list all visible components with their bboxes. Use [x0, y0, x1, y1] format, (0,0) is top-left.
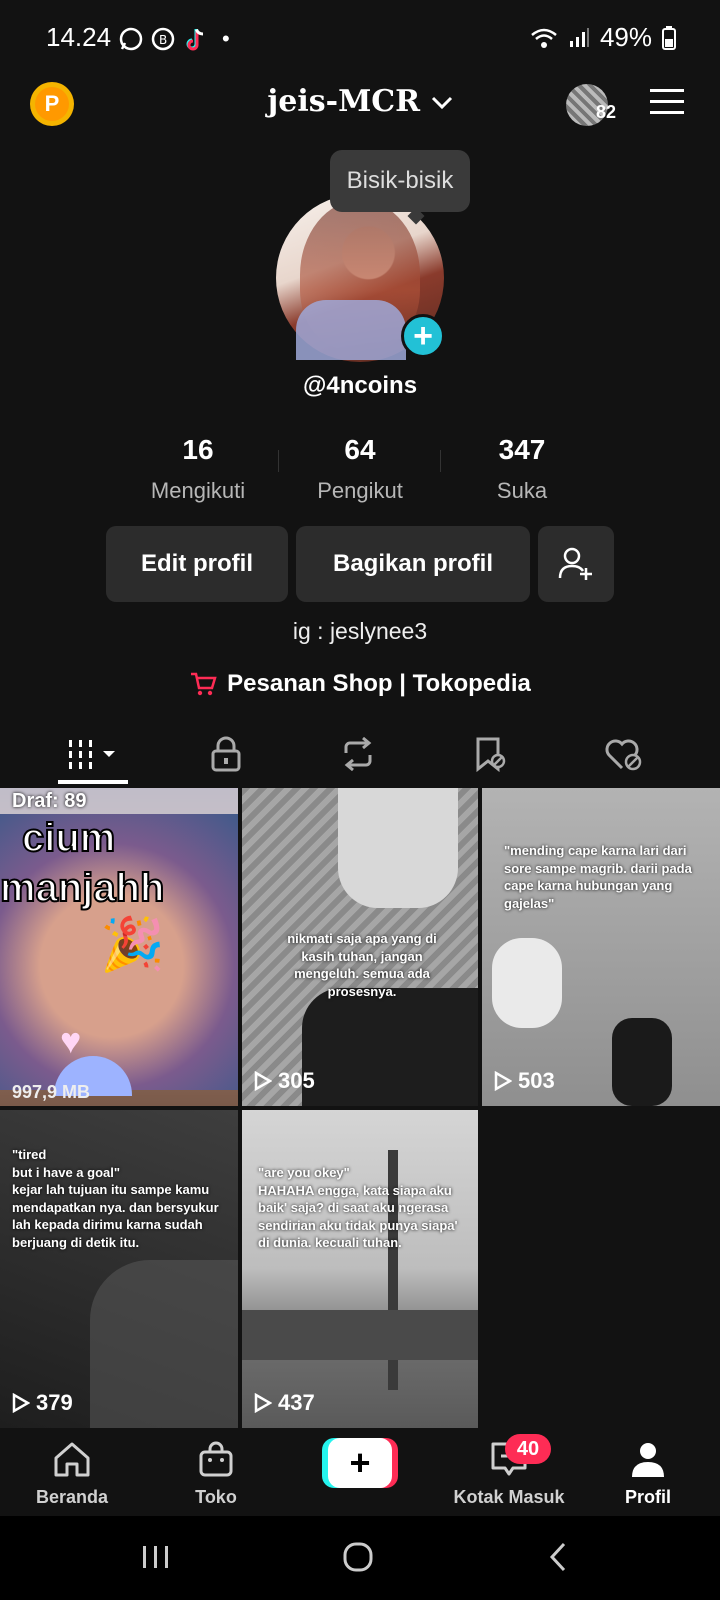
status-right: 49%	[530, 22, 676, 53]
add-story-button[interactable]: +	[401, 314, 445, 358]
play-icon	[494, 1071, 512, 1091]
likes-label: Suka	[496, 478, 548, 503]
shop-orders-link[interactable]: Pesanan Shop | Tokopedia	[0, 670, 720, 698]
wifi-icon	[531, 28, 557, 48]
svg-text:B: B	[159, 33, 167, 47]
followers-count: 64	[344, 434, 376, 465]
grid-icon	[69, 740, 115, 769]
video-tile[interactable]: "are you okey" HAHAHA engga, kata siapa …	[242, 1110, 478, 1428]
heart-hidden-icon	[605, 739, 642, 771]
play-icon	[254, 1071, 272, 1091]
whatsapp-business-icon: B	[151, 27, 175, 51]
nav-home-label: Beranda	[35, 1487, 109, 1507]
view-count: 503	[518, 1068, 555, 1093]
nav-shop[interactable]: Toko	[156, 1440, 276, 1508]
home-icon	[54, 1442, 90, 1477]
nav-profile-label: Profil	[624, 1487, 671, 1507]
play-icon	[254, 1393, 272, 1413]
plus-icon: +	[328, 1438, 392, 1488]
whisper-tooltip[interactable]: Bisik-bisik	[330, 150, 470, 212]
active-tab-indicator	[58, 780, 128, 784]
heart-sticker-icon: ♥	[60, 1020, 82, 1061]
profile-icon	[632, 1443, 664, 1477]
back-icon[interactable]	[546, 1541, 570, 1573]
video-caption: nikmati saja apa yang di kasih tuhan, ja…	[287, 931, 437, 999]
dot-icon: •	[222, 26, 230, 51]
battery-percent: 49%	[599, 22, 652, 52]
profile-bio: ig : jeslynee3	[292, 618, 428, 644]
recents-icon[interactable]	[140, 1543, 172, 1571]
arm-shape	[90, 1260, 238, 1428]
repost-icon	[344, 737, 372, 771]
stat-likes[interactable]: 347 Suka	[432, 434, 612, 504]
following-label: Mengikuti	[150, 478, 246, 503]
battery-icon	[662, 25, 676, 50]
profile-handle: @4ncoins	[302, 372, 418, 399]
nav-inbox-label: Kotak Masuk	[453, 1487, 565, 1507]
draft-count: Draf: 89	[12, 790, 87, 812]
tab-liked[interactable]	[552, 726, 696, 782]
create-button[interactable]: +	[322, 1438, 398, 1488]
draft-overlay-text: manjahh	[0, 865, 165, 911]
shopping-cart-icon	[191, 672, 217, 696]
trees-shape	[242, 1310, 478, 1360]
video-tile[interactable]: nikmati saja apa yang di kasih tuhan, ja…	[242, 788, 478, 1106]
whatsapp-icon	[119, 27, 143, 51]
share-profile-button[interactable]: Bagikan profil	[296, 526, 530, 602]
video-views: 305	[254, 1068, 315, 1094]
nav-home[interactable]: Beranda	[12, 1440, 132, 1508]
view-count: 437	[278, 1390, 315, 1415]
status-time: 14.24	[46, 22, 112, 52]
drafts-tile[interactable]: Draf: 89 cium manjahh 🎉 ♥ 997,9 MB	[0, 788, 238, 1106]
likes-count: 347	[498, 434, 546, 465]
video-caption: "tired but i have a goal" kejar lah tuju…	[12, 1147, 219, 1250]
tab-private[interactable]	[154, 726, 298, 782]
pants-shape	[302, 988, 478, 1106]
play-icon	[12, 1393, 30, 1413]
video-views: 437	[254, 1390, 315, 1416]
video-views: 503	[494, 1068, 555, 1094]
video-tile[interactable]: "mending cape karna lari dari sore sampe…	[482, 788, 720, 1106]
notification-icons: B •	[118, 26, 230, 52]
friends-count: 82	[596, 102, 617, 122]
chevron-down-icon	[431, 96, 452, 110]
view-count: 305	[278, 1068, 315, 1093]
video-caption: "mending cape karna lari dari sore sampe…	[504, 843, 692, 911]
tab-reposts[interactable]	[286, 726, 430, 782]
shopping-bag-icon	[199, 1441, 233, 1477]
tab-videos[interactable]	[22, 726, 166, 782]
lock-icon	[211, 736, 241, 772]
party-popper-icon: 🎉	[100, 916, 165, 974]
following-count: 16	[182, 434, 214, 465]
stat-following[interactable]: 16 Mengikuti	[108, 434, 288, 504]
edit-profile-button[interactable]: Edit profil	[106, 526, 288, 602]
draft-overlay-text: cium	[21, 815, 116, 861]
hamburger-menu-icon[interactable]	[650, 88, 684, 116]
nav-shop-label: Toko	[195, 1487, 237, 1507]
view-count: 379	[36, 1390, 73, 1415]
shop-link-label: Pesanan Shop | Tokopedia	[227, 670, 531, 697]
video-views: 379	[12, 1390, 73, 1416]
stat-followers[interactable]: 64 Pengikut	[270, 434, 450, 504]
add-friend-button[interactable]	[538, 526, 614, 602]
avatar-shirt	[296, 300, 406, 360]
signal-icon	[569, 27, 589, 47]
tab-favorites[interactable]	[418, 726, 562, 782]
leg-shape	[612, 1018, 672, 1106]
video-caption: "are you okey" HAHAHA engga, kata siapa …	[258, 1165, 458, 1251]
legs-shape	[338, 788, 458, 908]
bookmark-hidden-icon	[476, 737, 506, 772]
nav-profile[interactable]: Profil	[588, 1440, 708, 1508]
header-username: jeis-MCR	[267, 84, 421, 119]
add-user-icon	[558, 547, 592, 580]
video-tile[interactable]: "tired but i have a goal" kejar lah tuju…	[0, 1110, 238, 1428]
shoe-shape	[492, 938, 562, 1028]
followers-label: Pengikut	[317, 478, 403, 503]
tiktok-icon	[186, 28, 204, 51]
inbox-badge: 40	[505, 1434, 551, 1464]
draft-size: 997,9 MB	[12, 1082, 91, 1102]
home-button-icon[interactable]	[342, 1541, 374, 1573]
